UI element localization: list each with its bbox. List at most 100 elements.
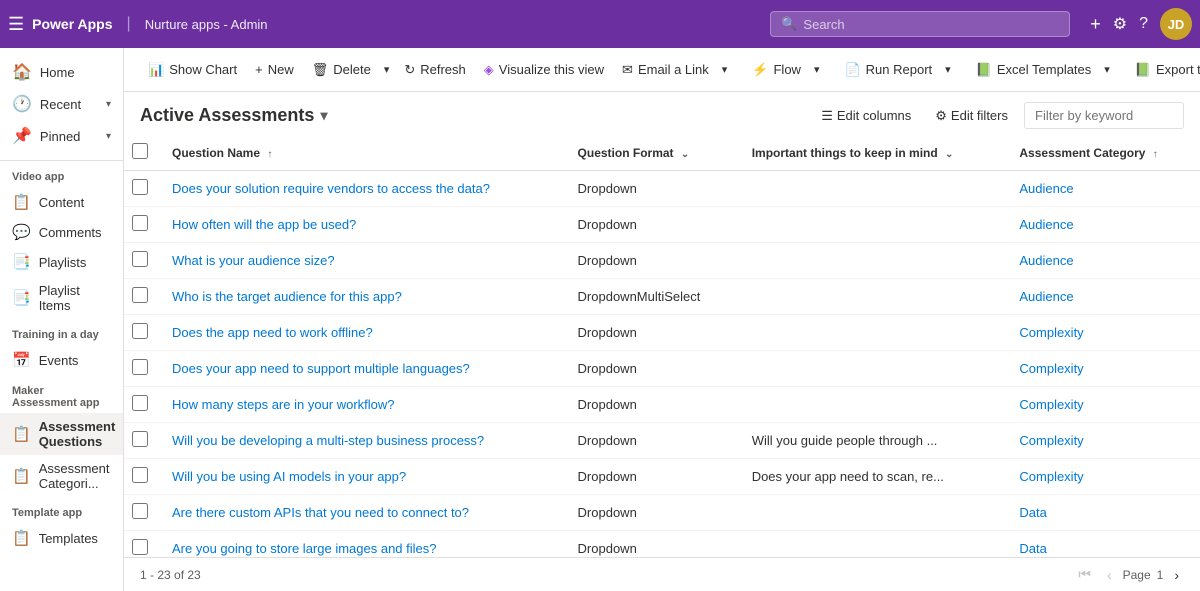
row-checkbox[interactable] [132, 287, 148, 303]
sidebar-assessment-questions-label: Assessment Questions [39, 419, 116, 449]
important-things-cell [740, 207, 1008, 243]
avatar[interactable]: JD [1160, 8, 1192, 40]
assessment-category-cell: Complexity [1007, 315, 1200, 351]
question-name-link[interactable]: Does your app need to support multiple l… [172, 361, 470, 376]
visualize-button[interactable]: ◈ Visualize this view [476, 57, 612, 83]
row-checkbox[interactable] [132, 431, 148, 447]
email-link-button[interactable]: ✉ Email a Link [614, 57, 717, 83]
sidebar-item-content[interactable]: 📋 Content [0, 187, 123, 217]
col-header-important-things: Important things to keep in mind ⌄ [740, 135, 1008, 171]
row-checkbox[interactable] [132, 539, 148, 555]
first-page-button[interactable]: ⏮ [1073, 564, 1096, 585]
sidebar-item-assessment-questions[interactable]: 📋 Assessment Questions [0, 413, 123, 455]
email-link-chevron-button[interactable]: ▾ [717, 58, 733, 81]
question-name-link[interactable]: Does your solution require vendors to ac… [172, 181, 490, 196]
row-checkbox[interactable] [132, 215, 148, 231]
row-checkbox[interactable] [132, 503, 148, 519]
question-name-link[interactable]: Will you be developing a multi-step busi… [172, 433, 484, 448]
run-report-button[interactable]: 📄 Run Report [836, 57, 940, 83]
prev-page-button[interactable]: ‹ [1102, 565, 1117, 585]
help-icon[interactable]: ? [1139, 15, 1148, 33]
sidebar-comments-label: Comments [39, 225, 102, 240]
assessment-category-link[interactable]: Complexity [1019, 361, 1083, 376]
select-all-checkbox[interactable] [132, 143, 148, 159]
question-name-link[interactable]: Are you going to store large images and … [172, 541, 437, 556]
row-checkbox[interactable] [132, 467, 148, 483]
excel-templates-chevron-button[interactable]: ▾ [1099, 58, 1115, 81]
visualize-icon: ◈ [484, 62, 494, 78]
edit-columns-button[interactable]: ☰ Edit columns [813, 103, 919, 129]
export-excel-button[interactable]: 📗 Export to Excel [1127, 57, 1200, 83]
sidebar-item-assessment-categories[interactable]: 📋 Assessment Categori... [0, 455, 123, 497]
select-all-header [124, 135, 160, 171]
sidebar-item-pinned[interactable]: 📌 Pinned ▾ [0, 120, 123, 152]
edit-filters-button[interactable]: ⚙ Edit filters [927, 103, 1016, 129]
events-icon: 📅 [12, 351, 31, 369]
sidebar-section-training-title: Training in a day [0, 319, 123, 345]
home-icon: 🏠 [12, 62, 32, 82]
assessment-category-link[interactable]: Audience [1019, 181, 1073, 196]
view-title-chevron-icon[interactable]: ▾ [320, 107, 327, 124]
question-name-sort-icon[interactable]: ↑ [267, 149, 272, 160]
content-area: 📊 Show Chart + New 🗑 Delete ▾ ↻ Refresh [124, 48, 1200, 591]
sidebar-pinned-label: Pinned [40, 129, 80, 144]
next-page-button[interactable]: › [1169, 565, 1184, 585]
flow-button[interactable]: ⚡ Flow [744, 57, 809, 83]
search-input[interactable] [803, 17, 1059, 32]
nav-icons: + ⚙ ? JD [1090, 8, 1192, 40]
settings-icon[interactable]: ⚙ [1113, 14, 1127, 34]
row-checkbox[interactable] [132, 251, 148, 267]
row-checkbox[interactable] [132, 179, 148, 195]
assessment-category-link[interactable]: Complexity [1019, 469, 1083, 484]
run-report-chevron-button[interactable]: ▾ [940, 58, 956, 81]
question-format-sort-icon[interactable]: ⌄ [681, 149, 689, 160]
assessment-category-link[interactable]: Audience [1019, 217, 1073, 232]
playlists-icon: 📑 [12, 253, 31, 271]
flow-chevron-button[interactable]: ▾ [809, 58, 825, 81]
question-name-link[interactable]: Does the app need to work offline? [172, 325, 373, 340]
question-format-cell: Dropdown [566, 351, 740, 387]
sidebar-item-recent[interactable]: 🕐 Recent ▾ [0, 88, 123, 120]
assessment-category-cell: Complexity [1007, 387, 1200, 423]
question-name-link[interactable]: How often will the app be used? [172, 217, 356, 232]
important-things-cell [740, 171, 1008, 207]
show-chart-button[interactable]: 📊 Show Chart [140, 57, 245, 83]
sidebar-item-playlist-items[interactable]: 📑 Playlist Items [0, 277, 123, 319]
new-button[interactable]: + New [247, 57, 302, 82]
sidebar-item-home[interactable]: 🏠 Home [0, 56, 123, 88]
question-name-link[interactable]: Who is the target audience for this app? [172, 289, 402, 304]
assessment-category-link[interactable]: Complexity [1019, 325, 1083, 340]
question-name-link[interactable]: How many steps are in your workflow? [172, 397, 395, 412]
question-name-link[interactable]: What is your audience size? [172, 253, 335, 268]
assessment-category-link[interactable]: Audience [1019, 289, 1073, 304]
filter-keyword-input[interactable] [1024, 102, 1184, 129]
row-checkbox[interactable] [132, 323, 148, 339]
question-name-cell: Who is the target audience for this app? [160, 279, 566, 315]
row-checkbox[interactable] [132, 359, 148, 375]
delete-button[interactable]: 🗑 Delete [304, 57, 379, 83]
assessment-category-sort-icon[interactable]: ↑ [1153, 149, 1158, 160]
assessment-category-link[interactable]: Complexity [1019, 397, 1083, 412]
question-name-link[interactable]: Are there custom APIs that you need to c… [172, 505, 469, 520]
table-row: How many steps are in your workflow?Drop… [124, 387, 1200, 423]
question-name-link[interactable]: Will you be using AI models in your app? [172, 469, 406, 484]
hamburger-icon[interactable]: ☰ [8, 14, 24, 35]
delete-button-group: 🗑 Delete ▾ [304, 57, 395, 83]
assessment-category-link[interactable]: Data [1019, 541, 1046, 556]
sidebar-item-events[interactable]: 📅 Events [0, 345, 123, 375]
sidebar-item-comments[interactable]: 💬 Comments [0, 217, 123, 247]
important-things-sort-icon[interactable]: ⌄ [945, 149, 953, 160]
refresh-icon: ↻ [404, 62, 415, 78]
assessment-category-link[interactable]: Audience [1019, 253, 1073, 268]
main-layout: 🏠 Home 🕐 Recent ▾ 📌 Pinned ▾ Video app 📋… [0, 48, 1200, 591]
assessment-category-link[interactable]: Data [1019, 505, 1046, 520]
row-checkbox[interactable] [132, 395, 148, 411]
table-row: What is your audience size?DropdownAudie… [124, 243, 1200, 279]
assessment-category-link[interactable]: Complexity [1019, 433, 1083, 448]
delete-chevron-button[interactable]: ▾ [379, 58, 395, 81]
refresh-button[interactable]: ↻ Refresh [396, 57, 473, 83]
sidebar-item-templates[interactable]: 📋 Templates [0, 523, 123, 553]
sidebar-item-playlists[interactable]: 📑 Playlists [0, 247, 123, 277]
excel-templates-button[interactable]: 📗 Excel Templates [968, 57, 1100, 83]
plus-icon[interactable]: + [1090, 14, 1101, 35]
